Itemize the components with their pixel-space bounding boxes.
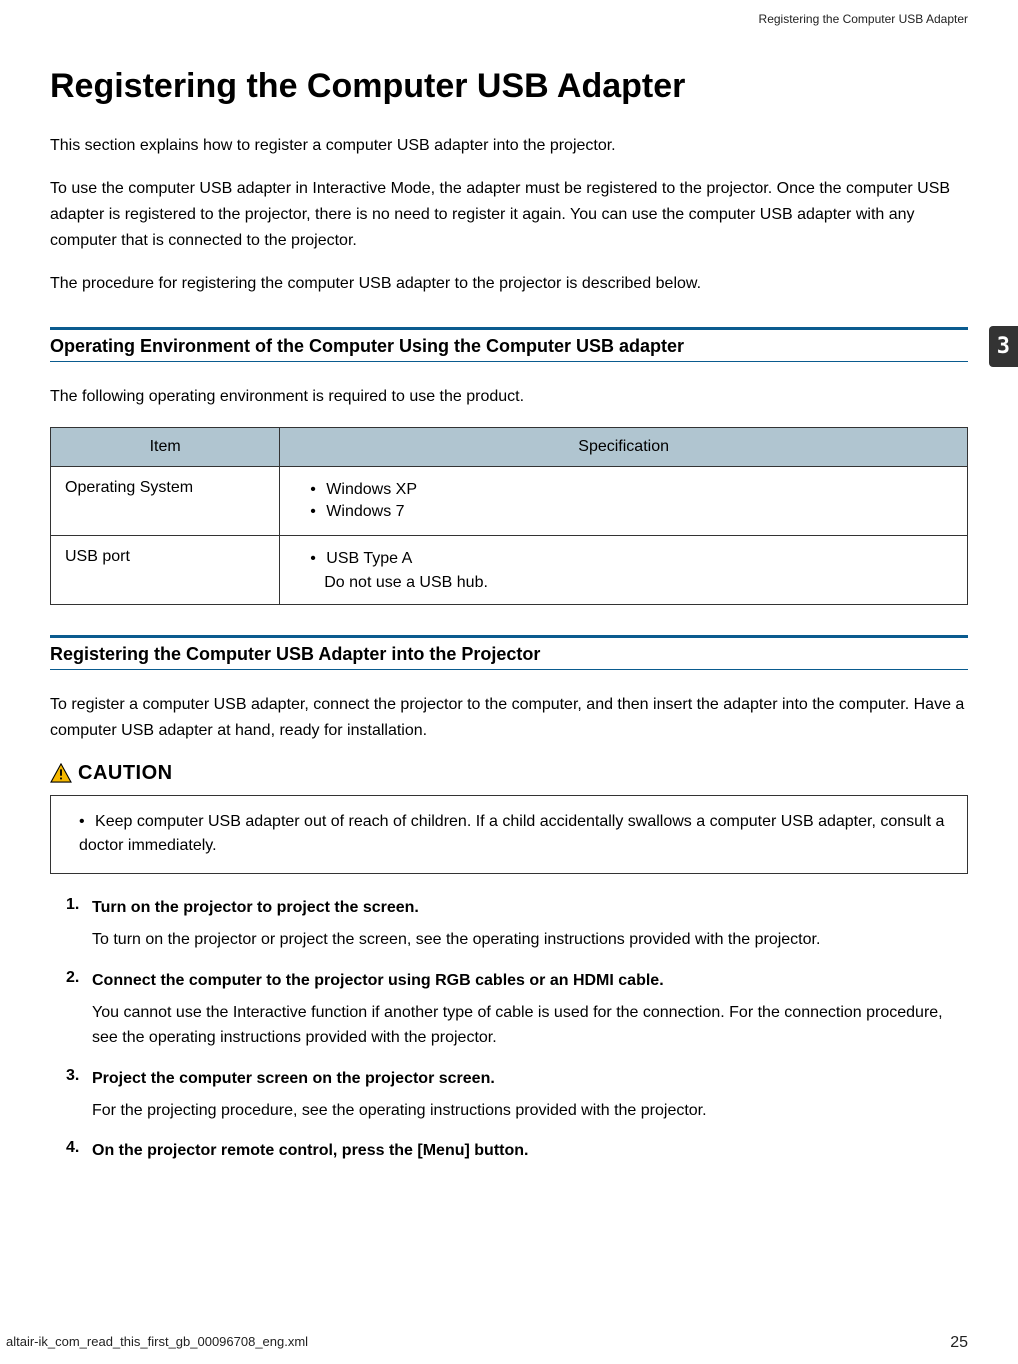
caution-item: Keep computer USB adapter out of reach o… <box>79 810 951 860</box>
steps-list: Turn on the projector to project the scr… <box>50 896 968 1163</box>
warning-triangle-icon <box>50 763 72 783</box>
section-divider-top <box>50 327 968 330</box>
step-item: On the projector remote control, press t… <box>66 1139 968 1163</box>
section1-lead: The following operating environment is r… <box>50 384 968 410</box>
intro-paragraph-2: To use the computer USB adapter in Inter… <box>50 176 968 253</box>
step-item: Connect the computer to the projector us… <box>66 969 968 1051</box>
caution-label: CAUTION <box>50 762 968 785</box>
step-title: Turn on the projector to project the scr… <box>92 896 968 920</box>
spec-table: Item Specification Operating System Wind… <box>50 427 968 605</box>
step-title: Connect the computer to the projector us… <box>92 969 968 993</box>
table-header-spec: Specification <box>280 428 968 467</box>
table-cell-spec: Windows XP Windows 7 <box>280 467 968 536</box>
running-header: Registering the Computer USB Adapter <box>50 0 968 66</box>
section-divider-top <box>50 635 968 638</box>
caution-box: Keep computer USB adapter out of reach o… <box>50 795 968 875</box>
intro-paragraph-1: This section explains how to register a … <box>50 133 968 159</box>
table-cell-item: USB port <box>51 536 280 605</box>
step-item: Project the computer screen on the proje… <box>66 1067 968 1124</box>
spec-list-item: USB Type A <box>310 548 953 570</box>
section-tab-marker: 3 <box>989 326 1018 367</box>
section-heading-registering: Registering the Computer USB Adapter int… <box>50 642 968 665</box>
section-divider-bottom <box>50 669 968 670</box>
source-filename: altair-ik_com_read_this_first_gb_0009670… <box>6 1334 308 1352</box>
spec-note: Do not use a USB hub. <box>294 570 953 592</box>
step-item: Turn on the projector to project the scr… <box>66 896 968 953</box>
page-number: 25 <box>950 1334 968 1352</box>
table-row: USB port USB Type A Do not use a USB hub… <box>51 536 968 605</box>
step-body: You cannot use the Interactive function … <box>92 1001 968 1051</box>
step-title: Project the computer screen on the proje… <box>92 1067 968 1091</box>
section2-lead: To register a computer USB adapter, conn… <box>50 692 968 743</box>
step-body: For the projecting procedure, see the op… <box>92 1099 968 1124</box>
spec-list-item: Windows 7 <box>310 501 953 523</box>
section-divider-bottom <box>50 361 968 362</box>
table-cell-item: Operating System <box>51 467 280 536</box>
intro-paragraph-3: The procedure for registering the comput… <box>50 271 968 297</box>
caution-word: CAUTION <box>78 762 173 785</box>
section-heading-operating-environment: Operating Environment of the Computer Us… <box>50 334 968 357</box>
spec-list-item: Windows XP <box>310 479 953 501</box>
step-body: To turn on the projector or project the … <box>92 928 968 953</box>
step-title: On the projector remote control, press t… <box>92 1139 968 1163</box>
table-row: Operating System Windows XP Windows 7 <box>51 467 968 536</box>
page-footer: altair-ik_com_read_this_first_gb_0009670… <box>0 1334 1018 1352</box>
table-header-item: Item <box>51 428 280 467</box>
page-title: Registering the Computer USB Adapter <box>50 66 968 107</box>
table-cell-spec: USB Type A Do not use a USB hub. <box>280 536 968 605</box>
